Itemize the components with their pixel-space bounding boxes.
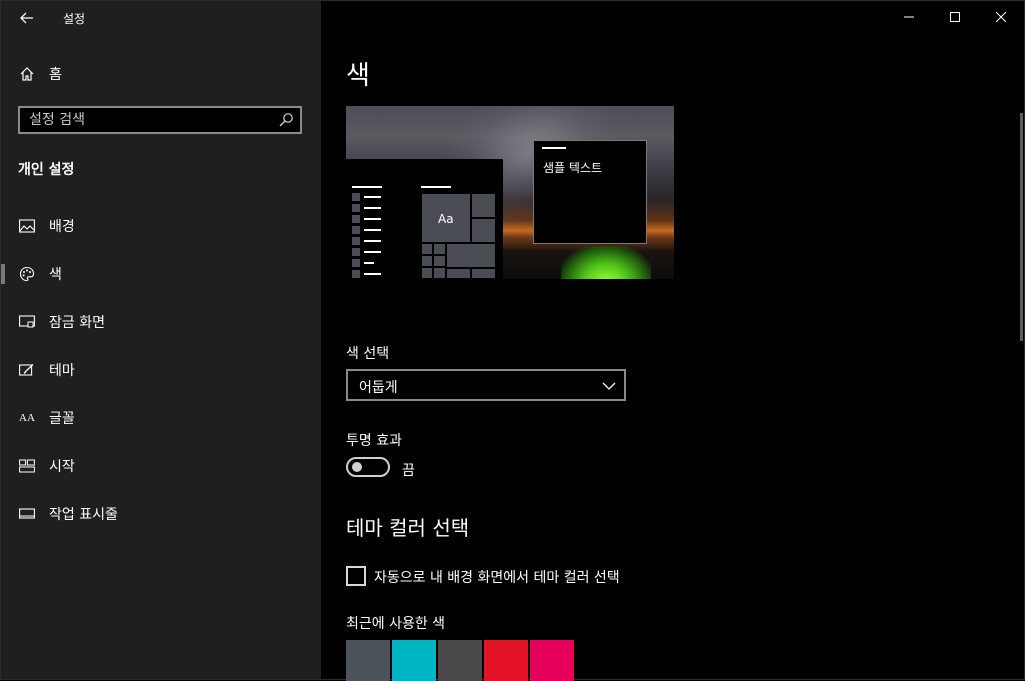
nav-item-taskbar[interactable]: 작업 표시줄 <box>1 494 321 534</box>
nav-item-lock-screen-label: 잠금 화면 <box>49 315 105 331</box>
nav-item-home-label: 홈 <box>49 67 62 83</box>
section-title: 개인 설정 <box>18 162 75 178</box>
minimize-button[interactable] <box>886 1 932 33</box>
nav-item-start[interactable]: 시작 <box>1 446 321 486</box>
search-icon[interactable] <box>278 112 294 128</box>
nav-item-fonts-label: 글꼴 <box>49 411 75 427</box>
taskbar-icon <box>18 505 36 523</box>
nav-item-taskbar-label: 작업 표시줄 <box>49 507 118 523</box>
choose-color-value: 어둡게 <box>359 380 398 396</box>
close-icon <box>996 12 1006 22</box>
search-box[interactable] <box>18 106 302 134</box>
theme-icon <box>18 361 36 379</box>
active-indicator <box>1 264 5 284</box>
nav-item-background[interactable]: 배경 <box>1 206 321 246</box>
nav-item-background-label: 배경 <box>49 219 75 235</box>
search-input[interactable] <box>20 108 279 132</box>
preview-sample-window: 샘플 텍스트 <box>533 140 647 244</box>
preview-large-tile: Aa <box>421 193 471 243</box>
close-button[interactable] <box>978 1 1024 33</box>
start-icon <box>18 457 36 475</box>
nav-item-fonts[interactable]: AA 글꼴 <box>1 398 321 438</box>
sidebar: 설정 홈 개인 설정 배경 색 <box>1 1 321 679</box>
nav-item-lock-screen[interactable]: 잠금 화면 <box>1 302 321 342</box>
nav-item-themes[interactable]: 테마 <box>1 350 321 390</box>
page-title: 색 <box>346 61 370 91</box>
color-swatch[interactable] <box>392 640 436 681</box>
transparency-state: 끔 <box>402 463 415 479</box>
nav-item-home[interactable]: 홈 <box>1 54 321 94</box>
choose-color-dropdown[interactable]: 어둡게 <box>346 369 626 401</box>
color-swatch[interactable] <box>530 640 574 681</box>
preview-tiles: Aa <box>421 193 496 279</box>
accent-color-heading: 테마 컬러 선택 <box>346 516 470 540</box>
color-swatch[interactable] <box>346 640 390 681</box>
auto-accent-label[interactable]: 자동으로 내 배경 화면에서 테마 컬러 선택 <box>374 567 620 587</box>
nav-item-start-label: 시작 <box>49 459 75 475</box>
preview-sample-text: 샘플 텍스트 <box>543 161 603 175</box>
transparency-label: 투명 효과 <box>346 433 402 449</box>
nav-item-colors-label: 색 <box>49 267 62 283</box>
recent-colors-label: 최근에 사용한 색 <box>346 616 446 632</box>
nav-item-colors[interactable]: 색 <box>1 254 321 294</box>
preview-start-menu: Aa <box>346 159 503 279</box>
scrollbar-thumb[interactable] <box>1020 113 1023 341</box>
maximize-button[interactable] <box>932 1 978 33</box>
maximize-icon <box>950 12 960 22</box>
color-swatch[interactable] <box>484 640 528 681</box>
settings-window: 설정 홈 개인 설정 배경 색 <box>0 0 1025 681</box>
transparency-toggle[interactable] <box>346 457 390 477</box>
color-swatch[interactable] <box>438 640 482 681</box>
minimize-icon <box>904 16 914 18</box>
palette-icon <box>18 265 36 283</box>
nav-item-themes-label: 테마 <box>49 363 75 379</box>
lock-screen-icon <box>18 313 36 331</box>
chevron-down-icon <box>602 382 616 390</box>
preview-tent <box>561 246 651 279</box>
back-arrow-icon <box>20 12 33 24</box>
home-icon <box>18 65 36 83</box>
back-button[interactable] <box>15 7 39 29</box>
auto-accent-checkbox[interactable] <box>346 566 366 586</box>
choose-color-label: 색 선택 <box>346 346 390 362</box>
picture-icon <box>18 217 36 235</box>
app-title: 설정 <box>63 12 86 26</box>
theme-preview: Aa 샘플 텍스트 <box>346 106 674 279</box>
font-icon: AA <box>19 412 35 424</box>
preview-tile-label: Aa <box>438 212 454 226</box>
toggle-knob <box>352 462 362 472</box>
